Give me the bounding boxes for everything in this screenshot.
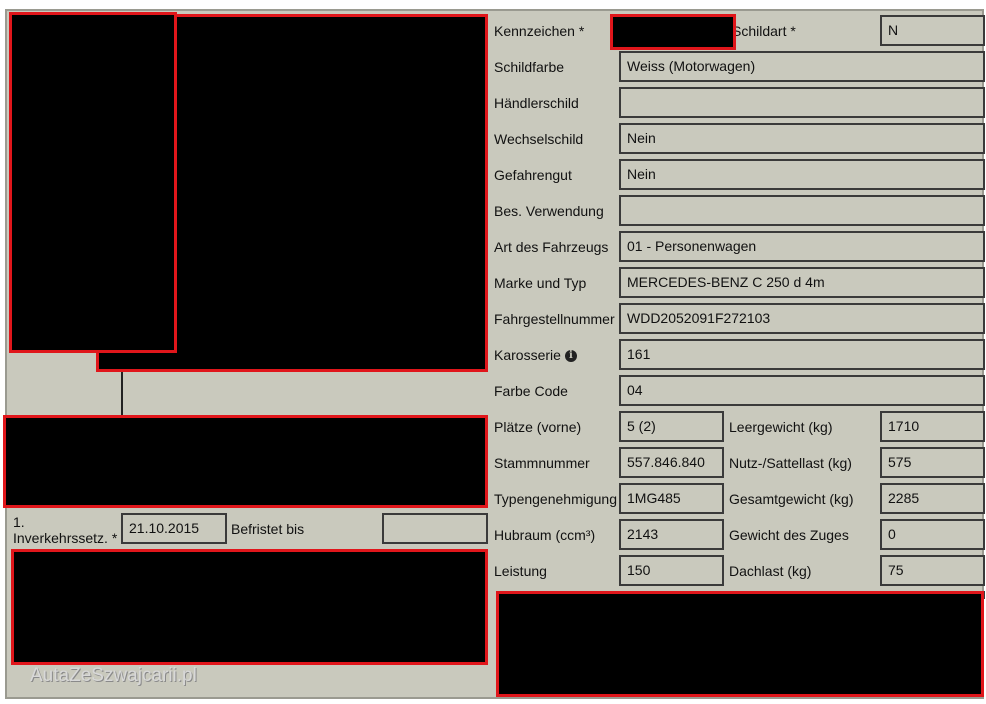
haendlerschild-field[interactable] xyxy=(619,87,985,118)
farbe-code-field[interactable]: 04 xyxy=(619,375,985,406)
redacted-kennzeichen xyxy=(610,14,736,50)
fahrgestellnummer-field[interactable]: WDD2052091F272103 xyxy=(619,303,985,334)
dachlast-field[interactable]: 75 xyxy=(880,555,985,586)
inverkehrs-label-number: 1. xyxy=(13,514,25,530)
leergewicht-field[interactable]: 1710 xyxy=(880,411,985,442)
schildfarbe-label: Schildfarbe xyxy=(494,59,565,75)
art-fahrzeug-label: Art des Fahrzeugs xyxy=(494,239,609,255)
karosserie-label: Karosserie i xyxy=(494,347,577,363)
info-icon[interactable]: i xyxy=(564,350,577,363)
inverkehrs-field[interactable]: 21.10.2015 xyxy=(121,513,227,544)
farbe-code-label: Farbe Code xyxy=(494,383,568,399)
leergewicht-label: Leergewicht (kg) xyxy=(729,419,833,435)
marke-typ-field[interactable]: MERCEDES-BENZ C 250 d 4m xyxy=(619,267,985,298)
leistung-field[interactable]: 150 xyxy=(619,555,724,586)
stammnummer-field[interactable]: 557.846.840 xyxy=(619,447,724,478)
gewicht-zug-label: Gewicht des Zuges xyxy=(729,527,849,543)
nutzlast-label: Nutz-/Sattellast (kg) xyxy=(729,455,852,471)
inverkehrs-label: Inverkehrssetz. * xyxy=(13,530,118,546)
leistung-label: Leistung xyxy=(494,563,547,579)
karosserie-field[interactable]: 161 xyxy=(619,339,985,370)
bes-verwendung-label: Bes. Verwendung xyxy=(494,203,604,219)
schildart-field[interactable]: N xyxy=(880,15,985,46)
redacted-photo xyxy=(9,12,177,353)
kennzeichen-label: Kennzeichen * xyxy=(494,23,585,39)
gesamtgewicht-field[interactable]: 2285 xyxy=(880,483,985,514)
art-fahrzeug-field[interactable]: 01 - Personenwagen xyxy=(619,231,985,262)
befristet-label: Befristet bis xyxy=(231,521,305,537)
redacted-lower-right xyxy=(496,591,984,697)
fahrgestellnummer-label: Fahrgestellnummer xyxy=(494,311,615,327)
divider xyxy=(121,370,123,415)
plaetze-field[interactable]: 5 (2) xyxy=(619,411,724,442)
karosserie-label-text: Karosserie xyxy=(494,347,561,363)
gewicht-zug-field[interactable]: 0 xyxy=(880,519,985,550)
wechselschild-field[interactable]: Nein xyxy=(619,123,985,154)
stammnummer-label: Stammnummer xyxy=(494,455,590,471)
redacted-owner-block xyxy=(3,415,488,508)
schildfarbe-field[interactable]: Weiss (Motorwagen) xyxy=(619,51,985,82)
wechselschild-label: Wechselschild xyxy=(494,131,584,147)
hubraum-field[interactable]: 2143 xyxy=(619,519,724,550)
schildart-label: Schildart * xyxy=(732,23,796,39)
redacted-lower-left xyxy=(11,549,488,665)
hubraum-label: Hubraum (ccm³) xyxy=(494,527,596,543)
gefahrengut-field[interactable]: Nein xyxy=(619,159,985,190)
plaetze-label: Plätze (vorne) xyxy=(494,419,582,435)
marke-typ-label: Marke und Typ xyxy=(494,275,587,291)
haendlerschild-label: Händlerschild xyxy=(494,95,579,111)
befristet-field[interactable] xyxy=(382,513,488,544)
dachlast-label: Dachlast (kg) xyxy=(729,563,812,579)
nutzlast-field[interactable]: 575 xyxy=(880,447,985,478)
typengenehmigung-label: Typengenehmigung xyxy=(494,491,617,507)
bes-verwendung-field[interactable] xyxy=(619,195,985,226)
typengenehmigung-field[interactable]: 1MG485 xyxy=(619,483,724,514)
gefahrengut-label: Gefahrengut xyxy=(494,167,572,183)
watermark: AutaZeSzwajcarii.pl xyxy=(30,665,197,686)
gesamtgewicht-label: Gesamtgewicht (kg) xyxy=(729,491,854,507)
